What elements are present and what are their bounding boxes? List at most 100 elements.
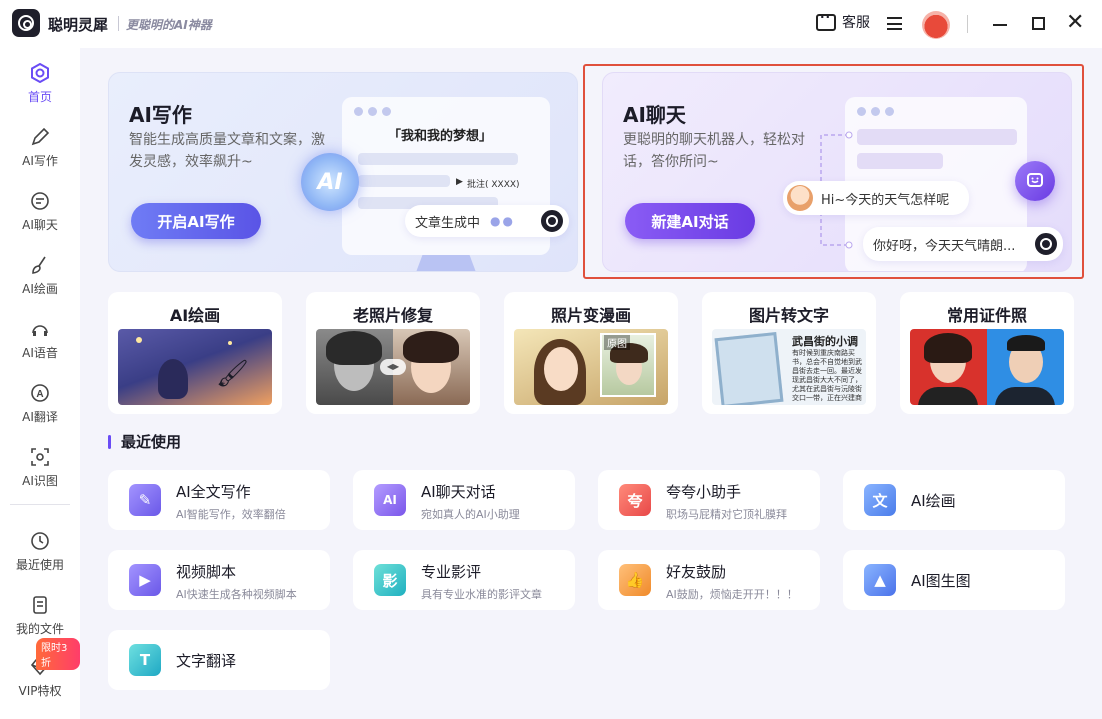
card-subtitle: 职场马屁精对它顶礼膜拜 — [666, 508, 787, 521]
film-review-icon: 影 — [374, 564, 406, 596]
recent-card-praise-assistant[interactable]: 夸 夸夸小助手 职场马屁精对它顶礼膜拜 — [598, 470, 820, 530]
pen-icon — [29, 126, 51, 148]
sidebar-item-label: AI聊天 — [22, 218, 58, 232]
svg-text:A: A — [36, 389, 43, 400]
ai-orb-label: AI — [317, 169, 343, 195]
feather-pen-icon: ✎ — [129, 484, 161, 516]
ocr-result-text: 有时候到重庆南路买书，总会不自觉地到武昌街去走一回。最近发现武昌街大大不同了，尤… — [792, 349, 862, 402]
card-subtitle: AI鼓励，烦恼走开开！！！ — [666, 588, 798, 601]
tool-card-old-photo-restore[interactable]: 老照片修复 ◀▶ — [306, 292, 480, 414]
close-icon[interactable]: ✕ — [1066, 12, 1084, 34]
home-logo-icon — [29, 62, 51, 84]
recent-card-friend-encourage[interactable]: 👍 好友鼓励 AI鼓励，烦恼走开开！！！ — [598, 550, 820, 610]
tool-title: 老照片修复 — [352, 306, 433, 325]
menu-icon[interactable] — [887, 17, 902, 30]
tool-card-ai-drawing[interactable]: AI绘画 🖌 — [108, 292, 282, 414]
sidebar-item-ai-drawing[interactable]: AI绘画 — [0, 246, 80, 306]
recent-section-heading: 最近使用 — [108, 431, 181, 452]
recent-card-ai-chat[interactable]: AI AI聊天对话 宛如真人的AI小助理 — [353, 470, 575, 530]
tool-thumbnail-old-photo-restore: ◀▶ — [316, 329, 470, 405]
thumbs-up-icon: 👍 — [619, 564, 651, 596]
mock-annotation-tag: 批注( XXXX) — [467, 180, 520, 190]
sidebar-item-label: 我的文件 — [15, 622, 64, 636]
sidebar-item-label: AI语音 — [22, 346, 58, 360]
monitor-stand — [415, 255, 477, 271]
sidebar-item-label: 最近使用 — [15, 558, 64, 572]
customer-service-button[interactable]: 客服 — [816, 10, 870, 32]
card-title: 好友鼓励 — [666, 563, 727, 581]
sidebar-item-label: AI绘画 — [22, 282, 58, 296]
tool-title: 照片变漫画 — [550, 306, 631, 325]
sidebar-divider — [10, 504, 70, 505]
avatar[interactable] — [922, 11, 950, 39]
vip-discount-badge: 限时3折 — [36, 638, 80, 670]
recent-card-ai-full-writing[interactable]: ✎ AI全文写作 AI智能写作，效率翻倍 — [108, 470, 330, 530]
scan-icon — [29, 446, 51, 468]
hero-title: AI写作 — [129, 103, 192, 127]
generating-status-text: 文章生成中 — [415, 215, 481, 231]
loading-dots-icon: ●● — [490, 214, 515, 228]
chat-icon — [29, 190, 51, 212]
text-image-icon: 文 — [864, 484, 896, 516]
compare-slider-icon[interactable]: ◀▶ — [380, 359, 406, 375]
card-title: 文字翻译 — [176, 652, 237, 670]
mock-annotation-arrow-icon: ▶ — [456, 177, 463, 187]
translate-icon: A — [29, 382, 51, 404]
brush-icon — [29, 254, 51, 276]
start-ai-writing-button[interactable]: 开启AI写作 — [131, 203, 261, 239]
tool-title: AI绘画 — [169, 306, 221, 325]
ai-orb-icon: AI — [301, 153, 359, 211]
app-slogan: 更聪明的AI神器 — [126, 18, 212, 32]
tool-thumbnail-image-to-text: 武昌街的小调 有时候到重庆南路买书，总会不自觉地到武昌街去走一回。最近发现武昌街… — [712, 329, 866, 405]
praise-icon: 夸 — [619, 484, 651, 516]
mock-text-line — [358, 175, 450, 187]
chat-bubble-icon — [816, 10, 836, 31]
selection-highlight-frame — [583, 64, 1084, 279]
sidebar-item-my-files[interactable]: 我的文件 — [0, 586, 80, 646]
translate-icon: T — [129, 644, 161, 676]
tool-card-photo-to-comic[interactable]: 照片变漫画 原图 — [504, 292, 678, 414]
card-subtitle: 具有专业水准的影评文章 — [421, 588, 542, 601]
hero-description: 智能生成高质量文章和文案，激发灵感，效率飙升~ — [129, 132, 325, 170]
title-bar: 聪明灵犀 更聪明的AI神器 客服 ✕ — [0, 0, 1102, 48]
card-title: AI图生图 — [911, 572, 971, 590]
sidebar: 首页 AI写作 AI聊天 AI绘画 AI语音 A AI翻译 AI识图 最近使用 … — [0, 48, 80, 719]
recent-card-text-translate[interactable]: T 文字翻译 — [108, 630, 330, 690]
sidebar-item-recent[interactable]: 最近使用 — [0, 522, 80, 582]
title-divider — [118, 16, 119, 31]
clock-icon — [29, 530, 51, 552]
recent-card-image-to-image[interactable]: ▲ AI图生图 — [843, 550, 1065, 610]
sidebar-item-ai-image-recognition[interactable]: AI识图 — [0, 438, 80, 498]
original-image-tag: 原图 — [604, 335, 630, 350]
recent-card-video-script[interactable]: ▶ 视频脚本 AI快速生成各种视频脚本 — [108, 550, 330, 610]
card-title: 专业影评 — [421, 563, 482, 581]
window-dots-icon — [354, 107, 391, 116]
window-controls-divider — [967, 15, 968, 33]
image-icon: ▲ — [864, 564, 896, 596]
sidebar-item-ai-voice[interactable]: AI语音 — [0, 310, 80, 370]
sidebar-item-home[interactable]: 首页 — [0, 54, 80, 114]
card-title: 夸夸小助手 — [666, 483, 742, 501]
tool-card-id-photo[interactable]: 常用证件照 — [900, 292, 1074, 414]
tool-thumbnail-id-photo — [910, 329, 1064, 405]
card-subtitle: AI快速生成各种视频脚本 — [176, 588, 297, 601]
mock-text-line — [358, 153, 518, 165]
recent-card-movie-review[interactable]: 影 专业影评 具有专业水准的影评文章 — [353, 550, 575, 610]
ai-chat-bubble-icon: AI — [374, 484, 406, 516]
sidebar-item-label: 首页 — [27, 90, 52, 104]
minimize-icon[interactable] — [993, 24, 1007, 26]
sidebar-item-ai-writing[interactable]: AI写作 — [0, 118, 80, 178]
tool-card-image-to-text[interactable]: 图片转文字 武昌街的小调 有时候到重庆南路买书，总会不自觉地到武昌街去走一回。最… — [702, 292, 876, 414]
recent-card-ai-drawing[interactable]: 文 AI绘画 — [843, 470, 1065, 530]
maximize-icon[interactable] — [1032, 17, 1045, 30]
app-name: 聪明灵犀 — [48, 16, 109, 34]
customer-service-label: 客服 — [842, 15, 870, 31]
sidebar-item-label: VIP特权 — [18, 684, 62, 698]
paint-brush-icon: 🖌 — [216, 359, 250, 389]
hero-card-ai-writing[interactable]: AI写作 智能生成高质量文章和文案，激发灵感，效率飙升~ 开启AI写作 「我和我… — [108, 72, 578, 272]
sidebar-item-ai-chat[interactable]: AI聊天 — [0, 182, 80, 242]
sidebar-item-ai-translate[interactable]: A AI翻译 — [0, 374, 80, 434]
tool-title: 图片转文字 — [748, 306, 829, 325]
card-title: AI聊天对话 — [421, 483, 496, 501]
generating-status-bubble: 文章生成中 ●● — [405, 205, 569, 237]
